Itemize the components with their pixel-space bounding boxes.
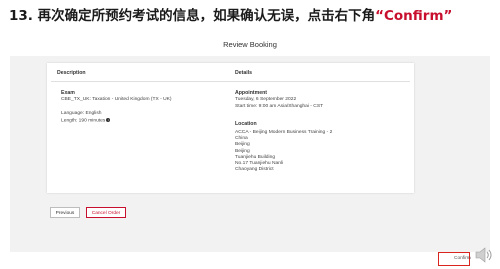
confirm-highlight-box: Confirm (438, 252, 471, 266)
instruction-heading: 13. 再次确定所预约考试的信息，如果确认无误，点击右下角“Confirm” (9, 6, 493, 26)
location-label: Location (235, 121, 257, 127)
instruction-accent: “Confirm” (375, 8, 453, 24)
cancel-order-button[interactable]: Cancel Order (86, 207, 126, 218)
appointment-date: Tuesday, 6 September 2022 (235, 97, 297, 102)
exam-length: Length: 190 minutes i (61, 118, 111, 124)
instruction-text: 13. 再次确定所预约考试的信息，如果确认无误，点击右下角 (9, 8, 376, 24)
location-line: Chaoyang District (235, 167, 274, 173)
location-line: ACCA - Beijing Modern Business Training … (235, 130, 333, 135)
exam-language: Language: English (61, 111, 102, 116)
confirm-button[interactable]: Confirm (442, 254, 471, 263)
page-title: Review Booking (223, 40, 277, 49)
booking-summary-card: Description Details Exam CBE_TX_UK: Taxa… (47, 63, 414, 193)
appointment-label: Appointment (235, 90, 267, 96)
description-column-header: Description (57, 70, 86, 76)
previous-button[interactable]: Previous (50, 207, 80, 218)
exam-length-text: Length: 190 minutes (61, 118, 106, 124)
info-icon[interactable]: i (106, 118, 111, 122)
exam-name: CBE_TX_UK: Taxation - United Kingdom (TX… (61, 97, 172, 102)
speaker-icon[interactable] (473, 244, 495, 266)
details-column-header: Details (235, 70, 253, 76)
appointment-start-time: Start time: 9:00 am Asia/Shanghai - CST (235, 104, 324, 109)
header-divider (51, 81, 410, 82)
location-address: ACCA - Beijing Modern Business Training … (235, 130, 332, 173)
exam-label: Exam (61, 90, 75, 96)
